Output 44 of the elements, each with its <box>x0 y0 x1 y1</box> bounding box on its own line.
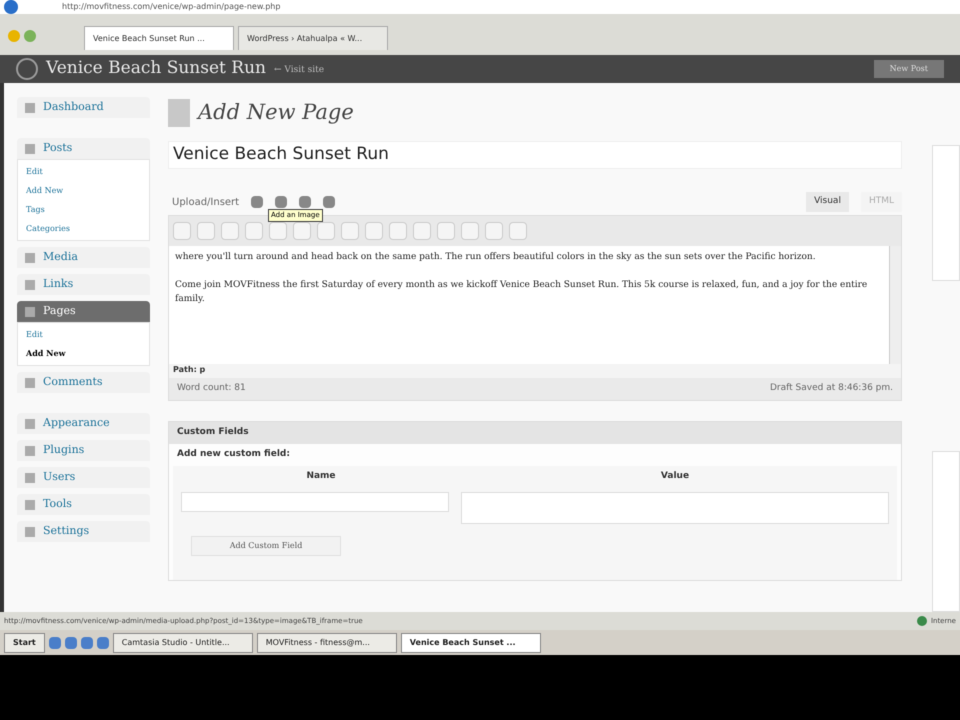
browser-tab[interactable]: WordPress › Atahualpa « W... <box>238 26 388 50</box>
menu-item[interactable]: Media <box>17 247 150 268</box>
submenu-item[interactable]: Add New <box>18 344 149 363</box>
new-post-button[interactable]: New Post <box>874 60 944 78</box>
visit-site-link[interactable]: ← Visit site <box>274 64 324 78</box>
column-header: Name <box>305 470 337 483</box>
menu-item[interactable]: Settings <box>17 521 150 542</box>
taskbar-button[interactable]: Venice Beach Sunset ... <box>400 632 541 652</box>
logo-icon <box>16 58 38 80</box>
menu-item[interactable]: Comments <box>17 372 150 393</box>
site-title: Venice Beach Sunset Run <box>46 57 266 80</box>
submenu-item[interactable]: Edit <box>18 162 149 181</box>
menu-item[interactable]: Appearance <box>17 413 150 434</box>
menu-item[interactable]: Posts <box>17 138 150 159</box>
paragraph: Come join MOVFitness the first Saturday of every month as we kickoff Venice Beach Sunset Run. This 5k course is relaxed, fun, and a joy for the entire family. <box>175 279 868 306</box>
page-heading: Add New Page <box>198 99 354 126</box>
start-button[interactable]: Start <box>4 632 45 652</box>
column-header: Value <box>660 470 690 483</box>
menu-item[interactable]: Tools <box>17 494 150 515</box>
submenu-item[interactable]: Tags <box>18 200 149 219</box>
taskbar-button[interactable]: Camtasia Studio - Untitle... <box>112 632 253 652</box>
browser-tab[interactable]: Venice Beach Sunset Run ... <box>84 26 234 50</box>
title-field[interactable]: Venice Beach Sunset Run <box>168 141 902 169</box>
submenu-item[interactable]: Edit <box>18 325 149 344</box>
paragraph: where you'll turn around and head back on the same path. The run offers beautiful colors in the sky as the sun sets over the Pacific horizon. <box>175 251 817 264</box>
upload-label: Upload/Insert <box>172 196 240 210</box>
menu-item[interactable]: Links <box>17 274 150 295</box>
path-label: Path: p <box>173 365 206 374</box>
panel-title: Custom Fields <box>177 426 249 440</box>
taskbar-button[interactable]: MOVFitness - fitness@m... <box>256 632 397 652</box>
submenu-item[interactable]: Add New <box>18 181 149 200</box>
panel-subtitle: Add new custom field: <box>176 448 291 461</box>
editor-tab[interactable]: Visual <box>806 192 849 212</box>
menu-item[interactable]: Pages <box>17 301 150 322</box>
word-count: Word count: 81 <box>177 382 246 396</box>
menu-item[interactable]: Dashboard <box>17 97 150 118</box>
name-field[interactable] <box>181 492 449 512</box>
menu-item[interactable]: Users <box>17 467 150 488</box>
draft-status: Draft Saved at 8:46:36 pm. <box>770 382 893 396</box>
page-icon <box>168 99 190 127</box>
add-custom-field-button[interactable]: Add Custom Field <box>191 536 341 556</box>
menu-item[interactable]: Plugins <box>17 440 150 461</box>
value-field[interactable] <box>461 492 889 524</box>
submenu-item[interactable]: Categories <box>18 219 149 238</box>
